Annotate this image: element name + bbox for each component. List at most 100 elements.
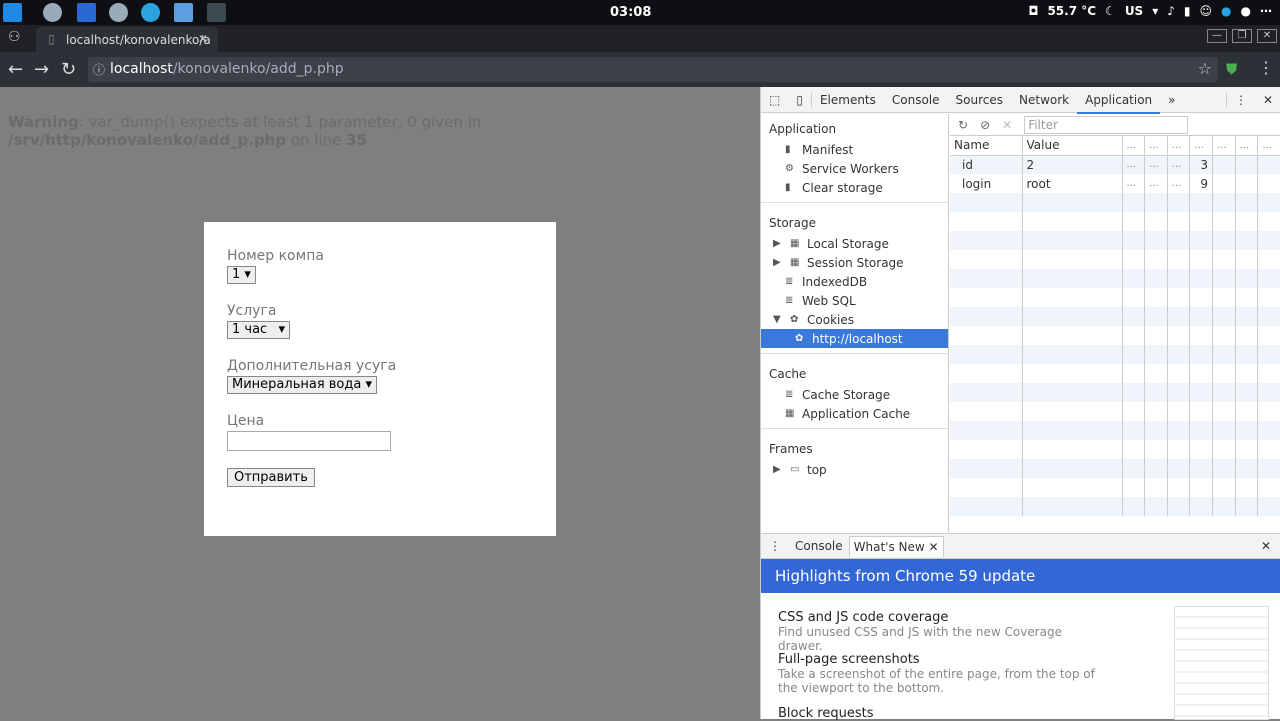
delete-selected-icon[interactable]: ✕ bbox=[1002, 118, 1012, 132]
service-select[interactable]: 1 час ▾ bbox=[227, 321, 290, 339]
camera-icon[interactable]: ◘ bbox=[1028, 4, 1038, 18]
sidebar-item-indexeddb[interactable]: ≣ IndexedDB bbox=[761, 272, 948, 291]
chromium-icon[interactable] bbox=[43, 3, 62, 22]
sidebar-item-web-sql[interactable]: ≣ Web SQL bbox=[761, 291, 948, 310]
expand-arrow-icon[interactable]: ▶ bbox=[773, 257, 785, 268]
keyboard-layout[interactable]: US bbox=[1125, 4, 1143, 18]
close-drawer-icon[interactable]: ✕ bbox=[1251, 539, 1280, 553]
cell bbox=[950, 440, 1023, 459]
cell bbox=[1235, 288, 1259, 307]
menu-icon[interactable]: ⋮ bbox=[1258, 58, 1274, 77]
filter-input[interactable]: Filter bbox=[1024, 115, 1189, 134]
bookmark-star-icon[interactable]: ☆ bbox=[1198, 59, 1212, 78]
cookie-row[interactable]: id 2......... 3 bbox=[950, 155, 1280, 174]
night-mode-icon[interactable]: ☾ bbox=[1105, 4, 1116, 18]
arch-launcher-icon[interactable] bbox=[3, 3, 22, 22]
cell bbox=[1212, 497, 1236, 516]
cell bbox=[1122, 193, 1146, 212]
column-header[interactable]: Value bbox=[1022, 136, 1123, 156]
price-input[interactable] bbox=[227, 431, 391, 451]
terminal-icon[interactable] bbox=[207, 3, 226, 22]
steam-icon[interactable]: ● bbox=[1241, 4, 1251, 18]
tab-application[interactable]: Application bbox=[1077, 93, 1161, 114]
sidebar-item-cookie-origin[interactable]: ✿ http://localhost bbox=[761, 329, 948, 348]
cookie-row[interactable]: login root......... 9 bbox=[950, 174, 1280, 193]
sidebar-item-application-cache[interactable]: ▦ Application Cache bbox=[761, 404, 948, 423]
empty-row bbox=[950, 421, 1280, 440]
telegram-icon[interactable] bbox=[141, 3, 160, 22]
adguard-extension-icon[interactable]: ⛊ bbox=[1226, 60, 1237, 78]
expand-arrow-icon[interactable]: ▶ bbox=[773, 238, 785, 249]
column-header[interactable]: ... bbox=[1167, 136, 1191, 156]
column-header[interactable]: ... bbox=[1257, 136, 1280, 156]
cell bbox=[1257, 497, 1280, 516]
sidebar-item-local-storage[interactable]: ▶ ▦ Local Storage bbox=[761, 234, 948, 253]
cell bbox=[1235, 174, 1259, 193]
minimize-button[interactable]: — bbox=[1207, 29, 1227, 43]
gear-icon: ⚙ bbox=[785, 163, 794, 174]
tab-network[interactable]: Network bbox=[1011, 93, 1077, 107]
device-toolbar-icon[interactable]: ▯ bbox=[788, 92, 812, 107]
inspect-icon[interactable]: ⬚ bbox=[761, 93, 788, 107]
sidebar-item-frame-top[interactable]: ▶ ▭ top bbox=[761, 460, 948, 479]
sidebar-item-cache-storage[interactable]: ≣ Cache Storage bbox=[761, 385, 948, 404]
cell bbox=[1022, 326, 1123, 345]
clock[interactable]: 03:08 bbox=[610, 5, 651, 20]
forward-icon[interactable]: → bbox=[34, 59, 49, 80]
tab-elements[interactable]: Elements bbox=[812, 93, 884, 107]
submit-button[interactable]: Отправить bbox=[227, 468, 315, 487]
reload-icon[interactable]: ↻ bbox=[61, 59, 76, 80]
tab-console[interactable]: Console bbox=[884, 93, 948, 107]
column-header[interactable]: ... bbox=[1144, 136, 1168, 156]
cell bbox=[1022, 250, 1123, 269]
empty-row bbox=[950, 193, 1280, 212]
extra-select[interactable]: Минеральная вода ▾ bbox=[227, 376, 378, 394]
tab-sources[interactable]: Sources bbox=[948, 93, 1011, 107]
expand-arrow-icon[interactable]: ▶ bbox=[773, 464, 785, 475]
telegram-tray-icon[interactable]: ● bbox=[1221, 4, 1231, 18]
more-tabs-icon[interactable]: » bbox=[1160, 93, 1183, 107]
cell bbox=[1257, 440, 1280, 459]
cell bbox=[1189, 497, 1214, 516]
sidebar-item-clear-storage[interactable]: ▮ Clear storage bbox=[761, 178, 948, 197]
chrome-icon[interactable] bbox=[109, 3, 128, 22]
sidebar-item-manifest[interactable]: ▮ Manifest bbox=[761, 140, 948, 159]
files-icon[interactable] bbox=[174, 3, 193, 22]
battery-icon[interactable]: ▮ bbox=[1184, 4, 1191, 18]
column-header[interactable]: ... bbox=[1122, 136, 1146, 156]
refresh-icon[interactable]: ↻ bbox=[958, 118, 968, 132]
drawer-menu-icon[interactable]: ⋮ bbox=[761, 539, 789, 553]
sidebar-item-service-workers[interactable]: ⚙ Service Workers bbox=[761, 159, 948, 178]
comp-select[interactable]: 1 ▾ bbox=[227, 266, 256, 284]
brackets-icon[interactable] bbox=[77, 3, 96, 22]
sidebar-item-cookies[interactable]: ▼ ✿ Cookies bbox=[761, 310, 948, 329]
restore-button[interactable]: ❐ bbox=[1232, 29, 1252, 43]
warning-text: : var_dump() expects at least 1 paramete… bbox=[78, 113, 482, 131]
close-tab-icon[interactable]: ✕ bbox=[198, 32, 208, 46]
clear-all-icon[interactable]: ⊘ bbox=[980, 118, 990, 132]
close-devtools-icon[interactable]: ✕ bbox=[1255, 93, 1280, 107]
drawer-tab-console[interactable]: Console bbox=[789, 539, 849, 553]
column-header[interactable]: Name bbox=[950, 136, 1023, 156]
cell bbox=[950, 383, 1023, 402]
column-header[interactable]: ... bbox=[1235, 136, 1259, 156]
collapse-arrow-icon[interactable]: ▼ bbox=[773, 314, 785, 325]
column-header[interactable]: ... bbox=[1212, 136, 1236, 156]
empty-row bbox=[950, 326, 1280, 345]
wifi-icon[interactable]: ▾ bbox=[1152, 4, 1158, 18]
more-icon[interactable]: ⋯ bbox=[1260, 4, 1272, 18]
cell bbox=[1022, 440, 1123, 459]
browser-tab[interactable]: ▯ localhost/konovalenko/a ✕ bbox=[36, 27, 218, 52]
cookie-toolbar: ↻ ⊘ ✕ Filter bbox=[950, 114, 1280, 136]
devtools-menu-icon[interactable]: ⋮ bbox=[1225, 92, 1255, 107]
volume-icon[interactable]: ♪ bbox=[1167, 4, 1175, 18]
drawer-tab-whats-new[interactable]: What's New ✕ bbox=[848, 535, 944, 557]
empty-row bbox=[950, 250, 1280, 269]
address-bar[interactable]: ⓘ localhost/konovalenko/add_p.php ☆ bbox=[88, 57, 1218, 82]
user-icon[interactable]: ☺ bbox=[1200, 4, 1213, 18]
column-header[interactable]: ... bbox=[1189, 136, 1214, 156]
close-window-button[interactable]: ✕ bbox=[1257, 29, 1277, 43]
sidebar-item-session-storage[interactable]: ▶ ▦ Session Storage bbox=[761, 253, 948, 272]
close-tab-icon[interactable]: ✕ bbox=[929, 540, 939, 554]
back-icon[interactable]: ← bbox=[8, 59, 23, 80]
